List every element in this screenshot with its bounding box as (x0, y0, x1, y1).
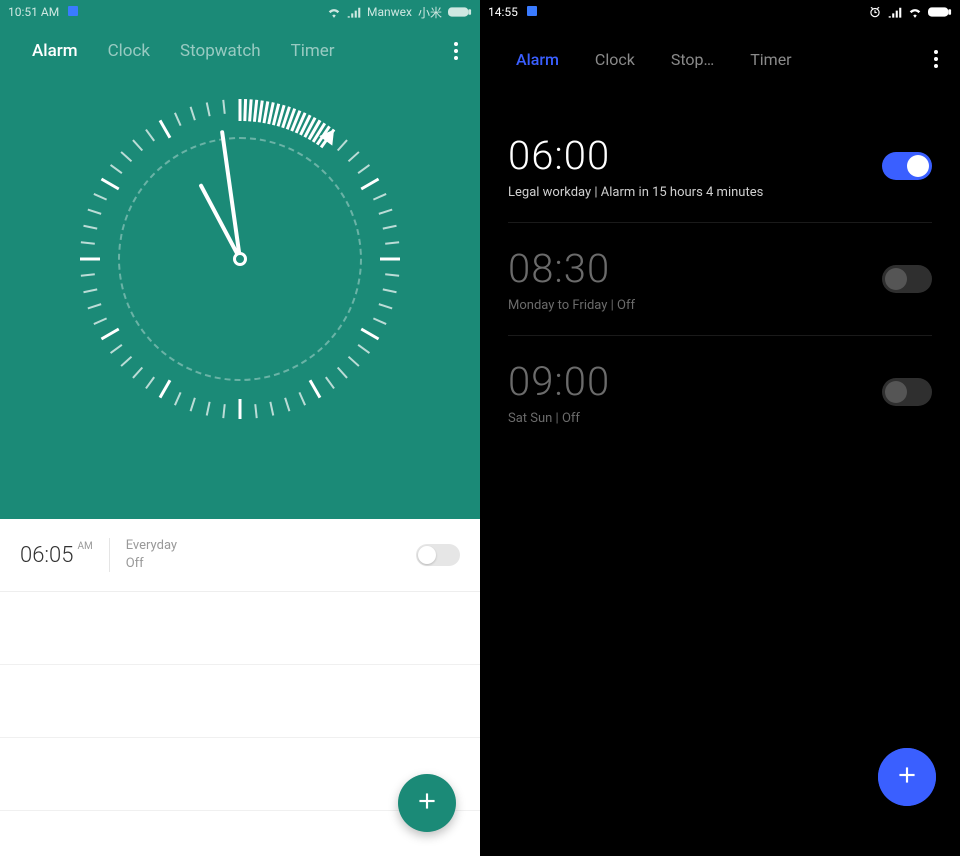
alarm-item[interactable]: 09:00 Sat Sun | Off (508, 336, 932, 448)
toggle-knob (907, 155, 929, 177)
plus-icon (894, 758, 920, 796)
tab-timer[interactable]: Timer (291, 41, 335, 61)
alarm-time: 09:00 (508, 358, 882, 405)
wifi-icon (327, 6, 341, 18)
overflow-menu-icon[interactable] (444, 38, 468, 64)
toggle-knob (885, 268, 907, 290)
overflow-menu-icon[interactable] (924, 46, 948, 72)
tabs-right: Alarm Clock Stop… Timer (516, 50, 792, 69)
status-icons-right (868, 5, 952, 19)
status-indicator-icon (68, 6, 78, 16)
clock-face (80, 99, 400, 419)
alarm-info: 08:30 Monday to Friday | Off (508, 245, 882, 313)
alarm-info: 09:00 Sat Sun | Off (508, 358, 882, 426)
alarm-row[interactable]: 06:05 AM Everyday Off (0, 519, 480, 592)
alarm-meta: Everyday Off (126, 537, 177, 573)
status-time: 10:51 AM (8, 5, 78, 19)
phone-left-light: 10:51 AM Manwex 小米 Alarm Clock Stopwatch… (0, 0, 480, 856)
alarm-subtitle: Legal workday | Alarm in 15 hours 4 minu… (508, 185, 882, 200)
alarm-time: 08:30 (508, 245, 882, 292)
status-bar-right: 14:55 (480, 0, 960, 24)
alarm-toggle[interactable] (416, 544, 460, 566)
tabs-row-left: Alarm Clock Stopwatch Timer (0, 24, 480, 64)
brand-label: 小米 (418, 4, 442, 21)
tab-alarm[interactable]: Alarm (32, 41, 78, 61)
alarm-info: 06:00 Legal workday | Alarm in 15 hours … (508, 132, 882, 200)
carrier-label: Manwex (367, 5, 412, 19)
tab-stopwatch[interactable]: Stop… (671, 50, 714, 69)
alarm-list: 06:00 Legal workday | Alarm in 15 hours … (480, 90, 960, 448)
alarm-time: 06:00 (508, 132, 882, 179)
alarm-toggle[interactable] (882, 152, 932, 180)
alarm-item[interactable]: 06:00 Legal workday | Alarm in 15 hours … (508, 110, 932, 223)
wifi-icon (908, 6, 922, 18)
tab-clock[interactable]: Clock (595, 50, 635, 69)
add-alarm-fab[interactable] (878, 748, 936, 806)
status-bar-left: 10:51 AM Manwex 小米 (0, 0, 480, 24)
alarm-ampm: AM (77, 541, 92, 552)
alarm-toggle[interactable] (882, 265, 932, 293)
alarm-set-icon (868, 5, 882, 19)
status-time-text-right: 14:55 (488, 5, 518, 19)
tab-alarm[interactable]: Alarm (516, 50, 559, 69)
alarm-time: 06:05 (20, 543, 73, 568)
add-alarm-fab[interactable] (398, 774, 456, 832)
status-time-text: 10:51 AM (8, 5, 59, 19)
phone-right-dark: 14:55 Alarm Clock Stop… Timer (480, 0, 960, 856)
analog-clock[interactable] (80, 99, 400, 419)
signal-icon (888, 6, 902, 18)
toggle-knob (885, 381, 907, 403)
status-indicator-icon (527, 6, 537, 16)
alarm-state: Off (126, 555, 177, 573)
alarm-toggle[interactable] (882, 378, 932, 406)
tab-clock[interactable]: Clock (108, 41, 150, 61)
battery-icon (928, 6, 952, 18)
alarm-divider (109, 538, 110, 572)
status-icons-left: Manwex 小米 (327, 4, 472, 21)
plus-icon (414, 784, 440, 822)
alarm-subtitle: Sat Sun | Off (508, 411, 882, 426)
tabs-left: Alarm Clock Stopwatch Timer (32, 41, 335, 61)
tab-stopwatch[interactable]: Stopwatch (180, 41, 261, 61)
tab-timer[interactable]: Timer (750, 50, 791, 69)
clock-header: Alarm Clock Stopwatch Timer (0, 24, 480, 519)
tabs-row-right: Alarm Clock Stop… Timer (480, 24, 960, 90)
toggle-knob (418, 546, 436, 564)
status-time-right: 14:55 (488, 5, 537, 19)
battery-icon (448, 6, 472, 18)
alarm-subtitle: Monday to Friday | Off (508, 298, 882, 313)
clock-center-dot (233, 252, 247, 266)
alarm-repeat: Everyday (126, 537, 177, 555)
alarm-item[interactable]: 08:30 Monday to Friday | Off (508, 223, 932, 336)
signal-icon (347, 6, 361, 18)
